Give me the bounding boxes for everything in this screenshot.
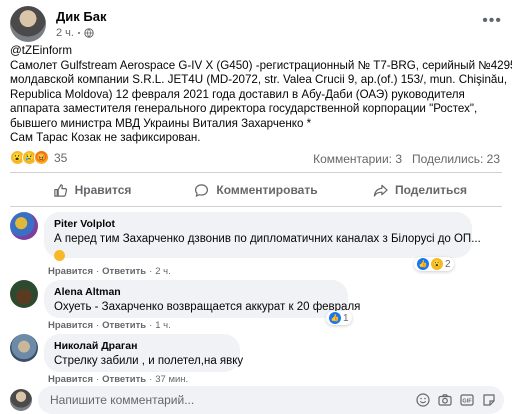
comment-button-label: Комментировать bbox=[216, 183, 318, 197]
post-text-line: Republica Moldova) 12 февраля 2021 года … bbox=[10, 87, 465, 101]
comment-text: А перед тим Захарченко дзвонив по диплом… bbox=[54, 233, 481, 245]
wow-reaction-icon: 😮 bbox=[431, 258, 443, 270]
comment-reaction-count: 1 bbox=[343, 312, 349, 324]
comment-item: Alena Altman Охуеть - Захарченко возвращ… bbox=[10, 280, 361, 318]
author-name[interactable]: Дик Бак bbox=[56, 9, 106, 24]
shares-count[interactable]: Поделились: 23 bbox=[412, 152, 500, 166]
comment-time[interactable]: 37 мин. bbox=[155, 374, 188, 385]
post-text-line: молдавской компании S.R.L. JET4U (MD-207… bbox=[10, 73, 508, 86]
comment-time[interactable]: 1 ч. bbox=[155, 320, 171, 331]
comment-item: Николай Драган Стрелку забили , и полете… bbox=[10, 334, 244, 372]
thumbs-up-icon bbox=[53, 183, 67, 197]
share-icon bbox=[373, 184, 388, 197]
commenter-avatar[interactable] bbox=[10, 212, 38, 240]
comment-item: Piter Volplot А перед тим Захарченко дзв… bbox=[10, 212, 481, 262]
sticker-icon[interactable] bbox=[482, 393, 496, 407]
comment-text: Охуеть - Захарченко возвращается аккурат… bbox=[54, 301, 361, 313]
like-button[interactable]: Нравится bbox=[10, 176, 174, 204]
composer-icons: GIF bbox=[416, 393, 496, 407]
post-stats: Комментарии: 3 Поделились: 23 bbox=[313, 152, 500, 166]
reactions-summary[interactable]: 😮 😢 😡 35 bbox=[10, 150, 67, 165]
comment-meta: Нравится · Ответить · 2 ч. bbox=[48, 266, 171, 277]
comment-button[interactable]: Комментировать bbox=[174, 176, 338, 204]
current-user-avatar bbox=[10, 389, 32, 411]
gif-icon[interactable]: GIF bbox=[460, 393, 474, 407]
like-reaction-icon: 👍 bbox=[329, 312, 341, 324]
comment-reply-link[interactable]: Ответить bbox=[102, 374, 146, 385]
post-time[interactable]: 2 ч. bbox=[56, 27, 74, 39]
laughing-emoji-icon bbox=[54, 250, 65, 262]
comment-meta: Нравится · Ответить · 37 мин. bbox=[48, 374, 189, 385]
action-bar: Нравится Комментировать Поделиться bbox=[10, 176, 502, 204]
more-horizontal-icon[interactable]: ••• bbox=[482, 12, 502, 30]
globe-icon bbox=[84, 28, 94, 38]
comment-reactions[interactable]: 👍 1 bbox=[326, 311, 352, 325]
separator-dot bbox=[77, 32, 80, 34]
comment-reaction-count: 2 bbox=[445, 258, 451, 270]
emoji-icon[interactable] bbox=[416, 393, 430, 407]
comment-icon bbox=[195, 183, 209, 197]
post-text-line: Самолет Gulfstream Aerospace G-IV X (G45… bbox=[10, 58, 512, 72]
comment-meta: Нравится · Ответить · 1 ч. bbox=[48, 320, 171, 331]
comments-count[interactable]: Комментарии: 3 bbox=[313, 152, 402, 166]
commenter-name[interactable]: Николай Драган bbox=[54, 340, 230, 352]
post-text-line: бывшего министра МВД Украины Виталия Зах… bbox=[10, 116, 312, 130]
like-button-label: Нравится bbox=[74, 183, 132, 197]
author-avatar[interactable] bbox=[10, 6, 46, 42]
comment-input[interactable] bbox=[50, 393, 350, 407]
comment-like-link[interactable]: Нравится bbox=[48, 266, 93, 277]
share-button-label: Поделиться bbox=[394, 183, 468, 197]
divider bbox=[10, 206, 502, 207]
post-meta: 2 ч. bbox=[56, 27, 94, 39]
share-button[interactable]: Поделиться bbox=[338, 176, 502, 204]
comment-composer[interactable]: GIF bbox=[38, 386, 504, 414]
camera-icon[interactable] bbox=[438, 393, 452, 407]
post-text: @tZEinform Самолет Gulfstream Aerospace … bbox=[10, 44, 512, 146]
comment-bubble: Николай Драган Стрелку забили , и полете… bbox=[44, 334, 244, 372]
commenter-avatar[interactable] bbox=[10, 334, 38, 362]
commenter-name[interactable]: Alena Altman bbox=[54, 286, 338, 298]
comment-bubble: Alena Altman Охуеть - Захарченко возвращ… bbox=[44, 280, 361, 318]
comment-reply-link[interactable]: Ответить bbox=[102, 266, 146, 277]
comment-time[interactable]: 2 ч. bbox=[155, 266, 171, 277]
svg-text:GIF: GIF bbox=[462, 399, 472, 405]
post-text-line: Сам Тарас Козак не зафиксирован. bbox=[10, 131, 201, 144]
post-card: Дик Бак 2 ч. ••• @tZEinform Самолет Gulf… bbox=[0, 0, 512, 414]
like-reaction-icon: 👍 bbox=[417, 258, 429, 270]
post-text-line[interactable]: @tZEinform bbox=[10, 44, 504, 59]
comment-text: Стрелку забили , и полетел,на явку bbox=[54, 355, 244, 367]
divider bbox=[10, 172, 502, 173]
comment-reactions[interactable]: 👍 😮 2 bbox=[414, 257, 454, 271]
comment-like-link[interactable]: Нравится bbox=[48, 374, 93, 385]
commenter-name[interactable]: Piter Volplot bbox=[54, 218, 462, 230]
reaction-count: 35 bbox=[54, 150, 68, 165]
post-text-line: аппарата заместителя генерального директ… bbox=[10, 102, 478, 115]
commenter-avatar[interactable] bbox=[10, 280, 38, 308]
comment-reply-link[interactable]: Ответить bbox=[102, 320, 146, 331]
comment-like-link[interactable]: Нравится bbox=[48, 320, 93, 331]
angry-reaction-icon: 😡 bbox=[34, 150, 49, 165]
comment-bubble: Piter Volplot А перед тим Захарченко дзв… bbox=[44, 212, 481, 262]
